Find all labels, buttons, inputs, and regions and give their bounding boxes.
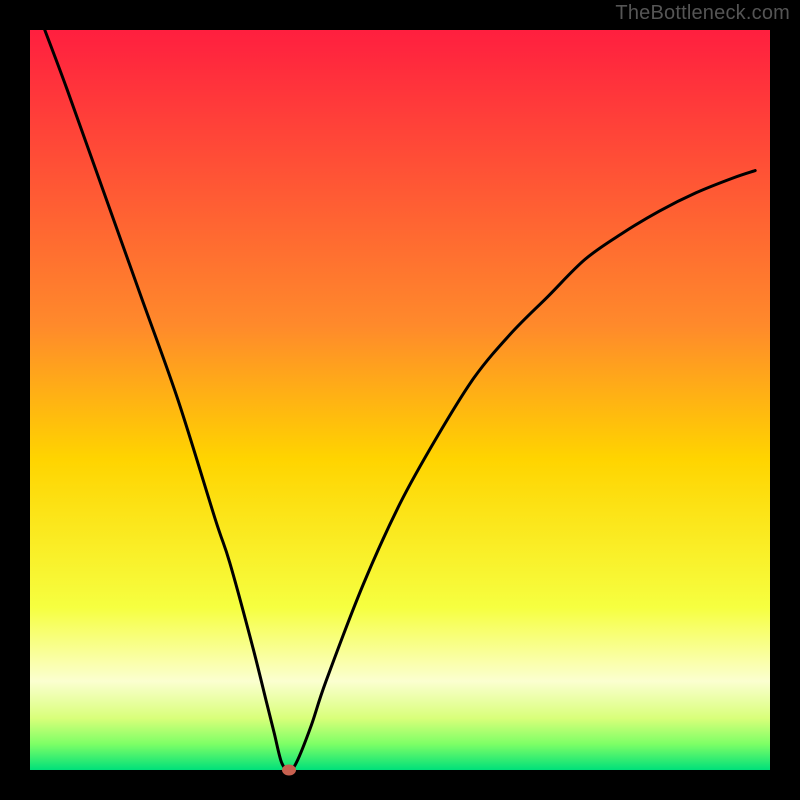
plot-background xyxy=(30,30,770,770)
bottleneck-chart xyxy=(0,0,800,800)
optimal-point-marker xyxy=(282,765,296,776)
chart-container: TheBottleneck.com xyxy=(0,0,800,800)
watermark-text: TheBottleneck.com xyxy=(615,2,790,25)
